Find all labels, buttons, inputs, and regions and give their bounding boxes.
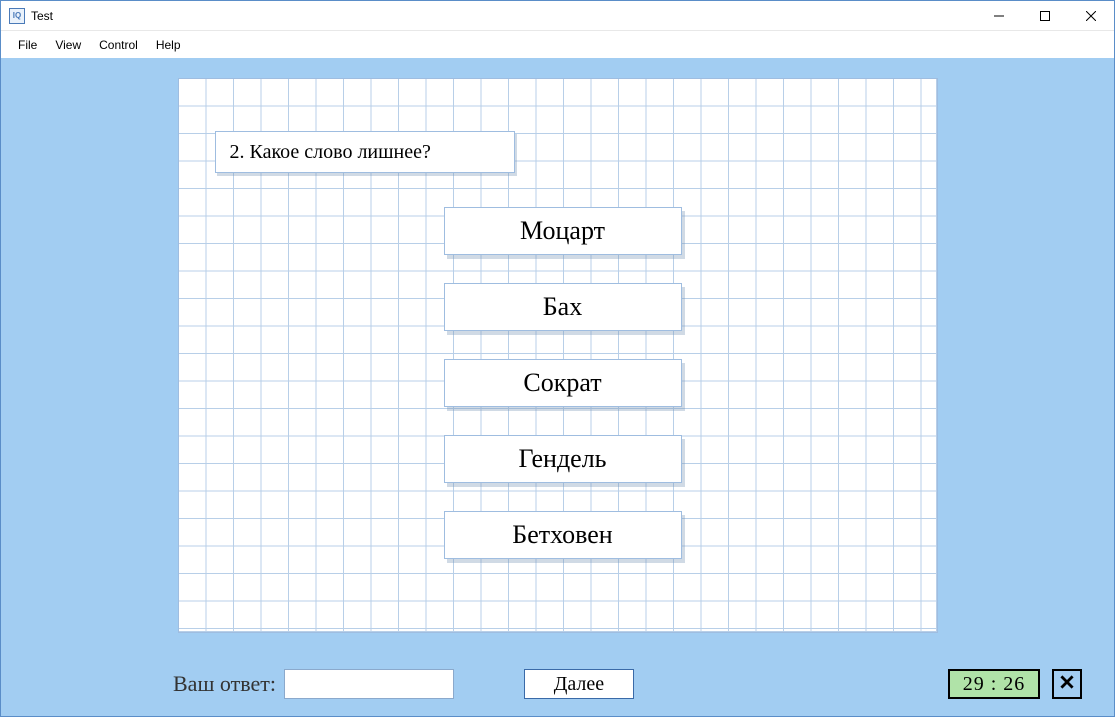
close-button[interactable] [1068, 1, 1114, 30]
options-list: Моцарт Бах Сократ Гендель Бетховен [444, 207, 682, 559]
menu-file[interactable]: File [9, 34, 46, 56]
footer-bar: Ваш ответ: Далее 29 : 26 [23, 660, 1092, 708]
answer-label: Ваш ответ: [173, 671, 276, 697]
menu-help[interactable]: Help [147, 34, 190, 56]
question-text: 2. Какое слово лишнее? [215, 131, 515, 173]
app-icon: IQ [9, 8, 25, 24]
paper-sheet: 2. Какое слово лишнее? Моцарт Бах Сократ… [178, 78, 938, 633]
menu-control[interactable]: Control [90, 34, 147, 56]
minimize-button[interactable] [976, 1, 1022, 30]
option-4[interactable]: Гендель [444, 435, 682, 483]
next-button[interactable]: Далее [524, 669, 634, 699]
window-controls [976, 1, 1114, 30]
work-area: 2. Какое слово лишнее? Моцарт Бах Сократ… [1, 58, 1114, 716]
menu-view[interactable]: View [46, 34, 90, 56]
close-icon [1060, 675, 1074, 694]
answer-input[interactable] [284, 669, 454, 699]
option-5[interactable]: Бетховен [444, 511, 682, 559]
maximize-button[interactable] [1022, 1, 1068, 30]
title-bar: IQ Test [1, 1, 1114, 31]
option-2[interactable]: Бах [444, 283, 682, 331]
timer-close-button[interactable] [1052, 669, 1082, 699]
timer-display: 29 : 26 [948, 669, 1040, 699]
window-title: Test [31, 9, 53, 23]
option-1[interactable]: Моцарт [444, 207, 682, 255]
option-3[interactable]: Сократ [444, 359, 682, 407]
menu-bar: File View Control Help [1, 31, 1114, 58]
